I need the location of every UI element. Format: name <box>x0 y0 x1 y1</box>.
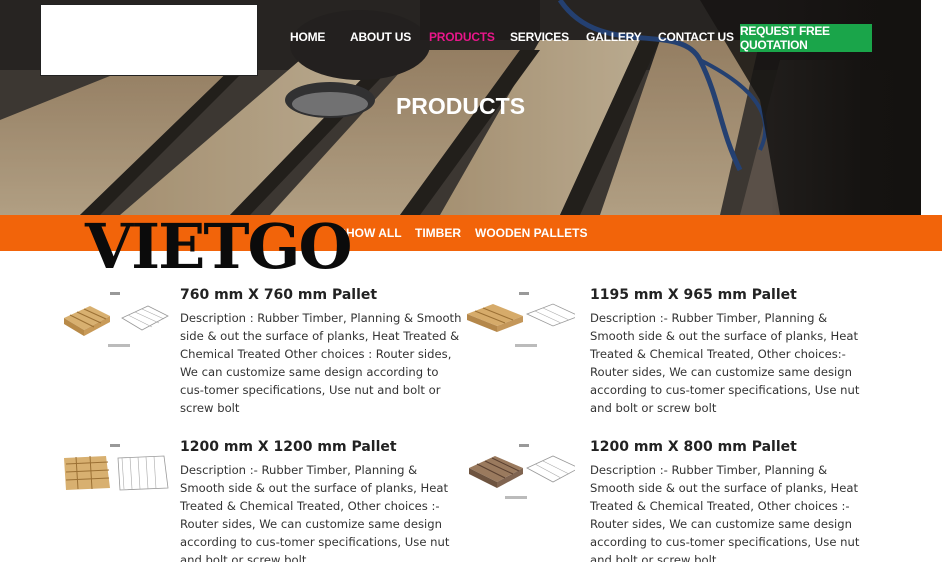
nav-products[interactable]: PRODUCTS <box>429 30 495 44</box>
product-2-title[interactable]: 1195 mm X 965 mm Pallet <box>590 287 797 303</box>
product-4-image[interactable] <box>465 442 575 504</box>
request-quotation-button[interactable]: REQUEST FREE QUOTATION <box>740 24 872 52</box>
logo-placeholder[interactable] <box>40 4 258 76</box>
filter-timber[interactable]: TIMBER <box>415 226 461 240</box>
page-title: PRODUCTS <box>395 93 526 119</box>
product-3-description: Description :- Rubber Timber, Planning &… <box>180 463 450 562</box>
nav-services[interactable]: SERVICES <box>510 30 569 44</box>
product-3-image[interactable] <box>60 442 170 504</box>
nav-about-us[interactable]: ABOUT US <box>350 30 411 44</box>
product-4-title[interactable]: 1200 mm X 800 mm Pallet <box>590 439 797 455</box>
product-2-description: Description :- Rubber Timber, Planning &… <box>590 311 860 415</box>
hero-edge <box>921 0 942 215</box>
watermark-logo: VIETGO <box>85 210 352 283</box>
product-2-image[interactable] <box>465 290 575 352</box>
filter-wooden-pallets[interactable]: WOODEN PALLETS <box>475 226 587 240</box>
product-4-description: Description :- Rubber Timber, Planning &… <box>590 463 860 562</box>
product-1-description: Description : Rubber Timber, Planning & … <box>180 311 462 415</box>
nav-gallery[interactable]: GALLERY <box>586 30 642 44</box>
nav-contact-us[interactable]: CONTACT US <box>658 30 734 44</box>
product-1-title[interactable]: 760 mm X 760 mm Pallet <box>180 287 377 303</box>
product-1-image[interactable] <box>60 290 170 352</box>
product-3-title[interactable]: 1200 mm X 1200 mm Pallet <box>180 439 397 455</box>
hero-banner: HOME ABOUT US PRODUCTS SERVICES GALLERY … <box>0 0 921 215</box>
nav-home[interactable]: HOME <box>290 30 325 44</box>
